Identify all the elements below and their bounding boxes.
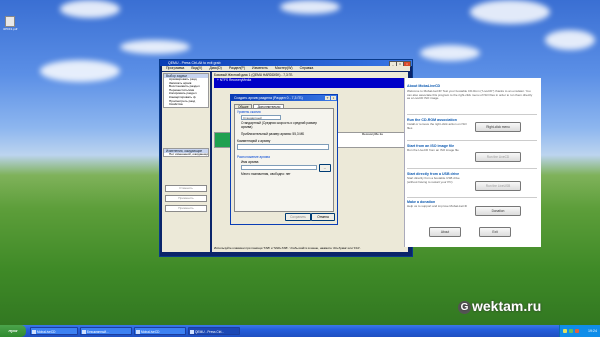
- section-iso-text: Run the LiveCD from an ISO image file: [407, 148, 459, 152]
- pending-item: Нет изменений, ожидающих прим: [169, 152, 208, 156]
- task-panel: Выбор задачи Архивировать разд Записать …: [162, 72, 210, 252]
- apply-button[interactable]: Применить: [165, 195, 207, 203]
- qemu-title-text: QEMU - Press Ctrl-Alt to exit grab: [168, 61, 221, 65]
- disk-entry: + NTFS RecoveryMedia: [217, 78, 252, 82]
- tray-network-icon[interactable]: [563, 329, 567, 333]
- free-space-label: Место назначения, свободно: нет: [241, 172, 291, 176]
- comment-input[interactable]: [237, 144, 329, 150]
- desktop: ttPDF1.pdf QEMU - Press Ctrl-Alt to exit…: [0, 0, 600, 337]
- taskbar-button-active[interactable]: QEMU - Press Ctrl...: [188, 327, 240, 335]
- app-icon: [136, 330, 140, 334]
- task-box: Выбор задачи Архивировать разд Записать …: [163, 73, 209, 108]
- donation-button[interactable]: Donation: [475, 206, 521, 216]
- cloud: [120, 40, 190, 54]
- taskbar: пуск MobaLiveCD Безымянный... MobaLiveCD…: [0, 325, 600, 337]
- pdf-file-icon: [5, 16, 15, 27]
- menu-item[interactable]: Программа: [166, 66, 184, 71]
- compression-select[interactable]: Стандартный: [241, 115, 281, 120]
- comment-label: Комментарий к архиву: [237, 139, 271, 143]
- undo-button[interactable]: Отменить: [165, 185, 207, 193]
- taskbar-label: QEMU - Press Ctrl...: [195, 330, 225, 334]
- right-click-menu-button[interactable]: Right-click menu: [475, 122, 521, 132]
- compression-group-label: Уровень сжатия: [237, 110, 261, 114]
- run-livecd-button[interactable]: Run the LiveCD: [475, 152, 521, 162]
- dialog-body: Уровень сжатия Стандартный Стандартный (…: [234, 108, 334, 212]
- task-item[interactable]: Свойства: [164, 103, 208, 107]
- section-usb-text: Start directly from a bootable USB drive…: [407, 176, 460, 184]
- section-association-text: Install or remove the right-click action…: [407, 122, 467, 130]
- taskbar-button[interactable]: Безымянный...: [80, 327, 132, 335]
- taskbar-button[interactable]: MobaLiveCD: [30, 327, 78, 335]
- menu-item[interactable]: Раздел(P): [229, 66, 245, 71]
- cloud: [470, 0, 550, 24]
- disk-map[interactable]: + NTFS RecoveryMedia: [214, 78, 406, 88]
- pending-box: Изменения, ожидающие Нет изменений, ожид…: [163, 147, 209, 158]
- compression-description: Стандартный (Средняя скорость и средний …: [241, 121, 318, 129]
- menu-item[interactable]: Диск(D): [209, 66, 221, 71]
- help-button[interactable]: ?: [325, 96, 330, 100]
- section-donation-text: Help us to support and improve MobaLiveC…: [407, 204, 467, 208]
- app-icon: [190, 330, 194, 334]
- estimated-size: Приблизительный размер архива: 55,3 МБ: [241, 132, 305, 136]
- qemu-menubar: Программа Вид(V) Диск(D) Раздел(P) Измен…: [162, 66, 410, 71]
- location-group-label: Расположение архива: [237, 155, 270, 159]
- tray-security-icon[interactable]: [569, 329, 573, 333]
- cloud: [60, 0, 120, 18]
- filename-label: Имя архива: [241, 160, 259, 164]
- app-icon: [82, 330, 86, 334]
- menu-item[interactable]: Мастер(W): [275, 66, 293, 71]
- dialog-titlebar[interactable]: Создать архив раздела (Раздел 0 - 7,3 ГБ…: [231, 95, 337, 101]
- menu-item[interactable]: Вид(V): [191, 66, 202, 71]
- partition-label: RecoveryMe 2e: [362, 132, 384, 136]
- taskbar-label: Безымянный...: [87, 330, 109, 334]
- taskbar-button[interactable]: MobaLiveCD: [134, 327, 186, 335]
- about-button[interactable]: About: [429, 227, 461, 237]
- apply-button-2[interactable]: Применить: [165, 205, 207, 213]
- exit-button[interactable]: Exit: [479, 227, 511, 237]
- start-button[interactable]: пуск: [0, 325, 26, 337]
- watermark-text: wektam.ru: [472, 298, 542, 314]
- desktop-icon-label: ttPDF1.pdf: [3, 27, 18, 31]
- system-tray: 19:24: [559, 325, 600, 337]
- separator: [407, 197, 537, 198]
- cloud: [40, 60, 120, 82]
- dialog-title-text: Создать архив раздела (Раздел 0 - 7,3 ГБ…: [234, 96, 303, 100]
- clock[interactable]: 19:24: [588, 325, 597, 337]
- watermark: Gwektam.ru: [458, 298, 541, 314]
- app-icon: [32, 330, 36, 334]
- moba-intro: Welcome to MobaLiveCD! Test your bootabl…: [407, 89, 533, 101]
- menu-item[interactable]: Изменить: [252, 66, 268, 71]
- watermark-logo-icon: G: [458, 300, 471, 314]
- save-button[interactable]: Сохранить: [285, 213, 311, 221]
- dialog-close-button[interactable]: ×: [331, 96, 336, 100]
- run-liveusb-button[interactable]: Run the LiveUSB: [475, 181, 521, 191]
- tray-alert-icon[interactable]: [575, 329, 579, 333]
- create-archive-dialog[interactable]: Создать архив раздела (Раздел 0 - 7,3 ГБ…: [230, 94, 338, 225]
- cloud: [545, 30, 595, 50]
- menu-item[interactable]: Справка: [300, 66, 314, 71]
- separator: [407, 140, 537, 141]
- filename-input[interactable]: [241, 165, 317, 170]
- separator: [407, 168, 537, 169]
- moba-title: About MobaLiveCD: [407, 84, 441, 88]
- desktop-file-icon[interactable]: ttPDF1.pdf: [3, 16, 17, 31]
- taskbar-label: MobaLiveCD: [141, 330, 160, 334]
- cancel-button[interactable]: Отмена: [311, 213, 335, 221]
- status-bar: Используйте клавиши при помощи 'TAB' и '…: [214, 246, 361, 250]
- cloud: [280, 0, 340, 14]
- mobalivecd-window[interactable]: About MobaLiveCD Welcome to MobaLiveCD! …: [404, 78, 541, 247]
- cloud: [420, 45, 480, 61]
- browse-button[interactable]: ...: [319, 164, 331, 172]
- taskbar-label: MobaLiveCD: [37, 330, 56, 334]
- separator: [407, 114, 537, 115]
